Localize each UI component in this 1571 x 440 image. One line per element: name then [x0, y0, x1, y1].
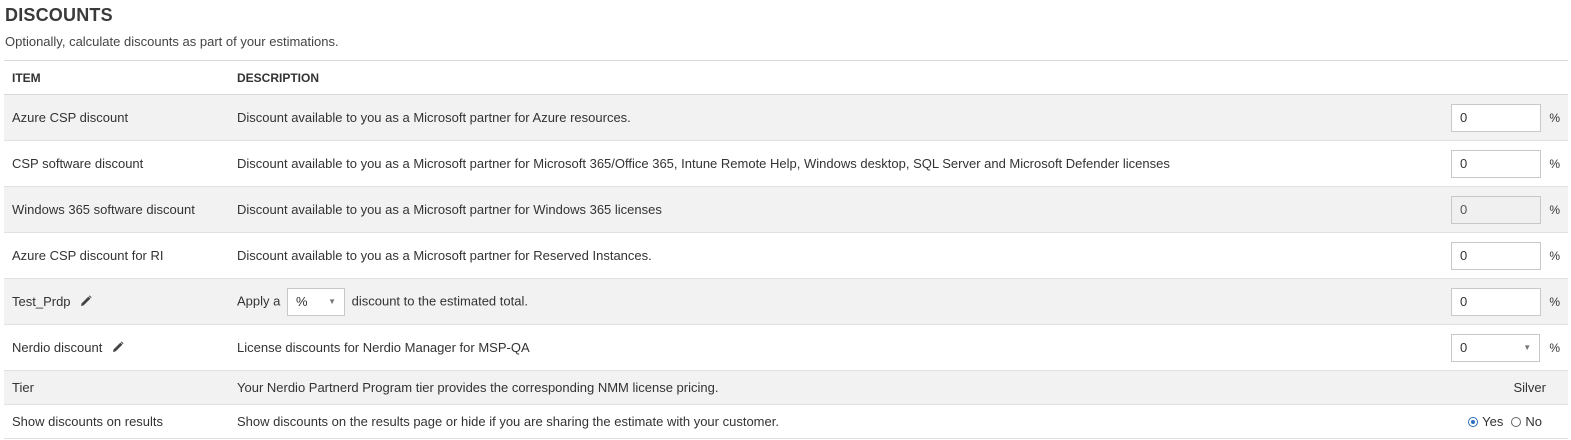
description-prefix: Apply a — [237, 292, 281, 308]
row-item-cell: Nerdio discount — [4, 324, 229, 371]
row-description: Discount available to you as a Microsoft… — [229, 232, 1443, 279]
column-header-value — [1443, 60, 1568, 95]
row-item: Azure CSP discount — [4, 94, 229, 141]
table-row: Azure CSP discount for RI Discount avail… — [4, 232, 1568, 279]
yes-label[interactable]: Yes — [1482, 414, 1503, 429]
row-item-cell: Test_Prdp — [4, 278, 229, 325]
discounts-panel: DISCOUNTS Optionally, calculate discount… — [0, 0, 1571, 440]
row-item: CSP software discount — [4, 140, 229, 187]
table-row: Show discounts on results Show discounts… — [4, 404, 1568, 439]
row-item: Nerdio discount — [12, 339, 103, 355]
no-label[interactable]: No — [1525, 414, 1542, 429]
nerdio-discount-value: 0 — [1460, 340, 1468, 355]
percent-unit: % — [1549, 340, 1560, 355]
chevron-down-icon: ▼ — [328, 297, 336, 306]
row-item: Windows 365 software discount — [4, 186, 229, 233]
row-description: Discount available to you as a Microsoft… — [229, 94, 1443, 141]
csp-software-discount-input[interactable] — [1451, 149, 1541, 178]
row-description: Show discounts on the results page or hi… — [229, 404, 1443, 439]
row-item: Test_Prdp — [12, 293, 71, 309]
table-header: ITEM DESCRIPTION — [4, 60, 1568, 95]
page-subtitle: Optionally, calculate discounts as part … — [5, 34, 339, 49]
page-title: DISCOUNTS — [5, 5, 113, 25]
row-item: Azure CSP discount for RI — [4, 232, 229, 279]
column-header-item: ITEM — [4, 60, 229, 95]
row-description: Apply a % ▼ discount to the estimated to… — [229, 278, 1443, 325]
column-header-description: DESCRIPTION — [229, 60, 1443, 95]
windows-365-software-discount-input — [1451, 195, 1541, 224]
table-row: Tier Your Nerdio Partnerd Program tier p… — [4, 370, 1568, 405]
row-description: Your Nerdio Partnerd Program tier provid… — [229, 370, 1443, 405]
test-prdp-discount-input[interactable] — [1451, 287, 1541, 316]
chevron-down-icon: ▼ — [1523, 343, 1532, 352]
row-item: Show discounts on results — [4, 404, 229, 439]
table-row: Nerdio discount License discounts for Ne… — [4, 324, 1568, 371]
table-row: Windows 365 software discount Discount a… — [4, 186, 1568, 233]
percent-unit: % — [1549, 248, 1560, 263]
no-radio[interactable] — [1511, 416, 1522, 427]
percent-unit: % — [1549, 202, 1560, 217]
table-row: Test_Prdp Apply a % ▼ discount to the es… — [4, 278, 1568, 325]
discount-type-select[interactable]: % ▼ — [287, 287, 345, 316]
nerdio-discount-select[interactable]: 0 ▼ — [1451, 333, 1541, 362]
azure-csp-discount-input[interactable] — [1451, 103, 1541, 132]
description-suffix: discount to the estimated total. — [351, 292, 528, 308]
percent-unit: % — [1549, 156, 1560, 171]
discounts-table: ITEM DESCRIPTION Azure CSP discount Disc… — [4, 60, 1568, 439]
percent-unit: % — [1549, 110, 1560, 125]
row-description: Discount available to you as a Microsoft… — [229, 140, 1443, 187]
row-item: Tier — [4, 370, 229, 405]
percent-unit: % — [1549, 294, 1560, 309]
show-discounts-toggle: Yes No — [1451, 414, 1560, 429]
table-row: CSP software discount Discount available… — [4, 140, 1568, 187]
tier-value: Silver — [1443, 370, 1568, 405]
table-row: Azure CSP discount Discount available to… — [4, 94, 1568, 141]
row-description: License discounts for Nerdio Manager for… — [229, 324, 1443, 371]
pencil-icon[interactable] — [112, 340, 124, 356]
pencil-icon[interactable] — [80, 294, 92, 310]
discount-type-value: % — [296, 294, 308, 309]
yes-radio[interactable] — [1468, 416, 1479, 427]
row-description: Discount available to you as a Microsoft… — [229, 186, 1443, 233]
azure-csp-ri-discount-input[interactable] — [1451, 241, 1541, 270]
